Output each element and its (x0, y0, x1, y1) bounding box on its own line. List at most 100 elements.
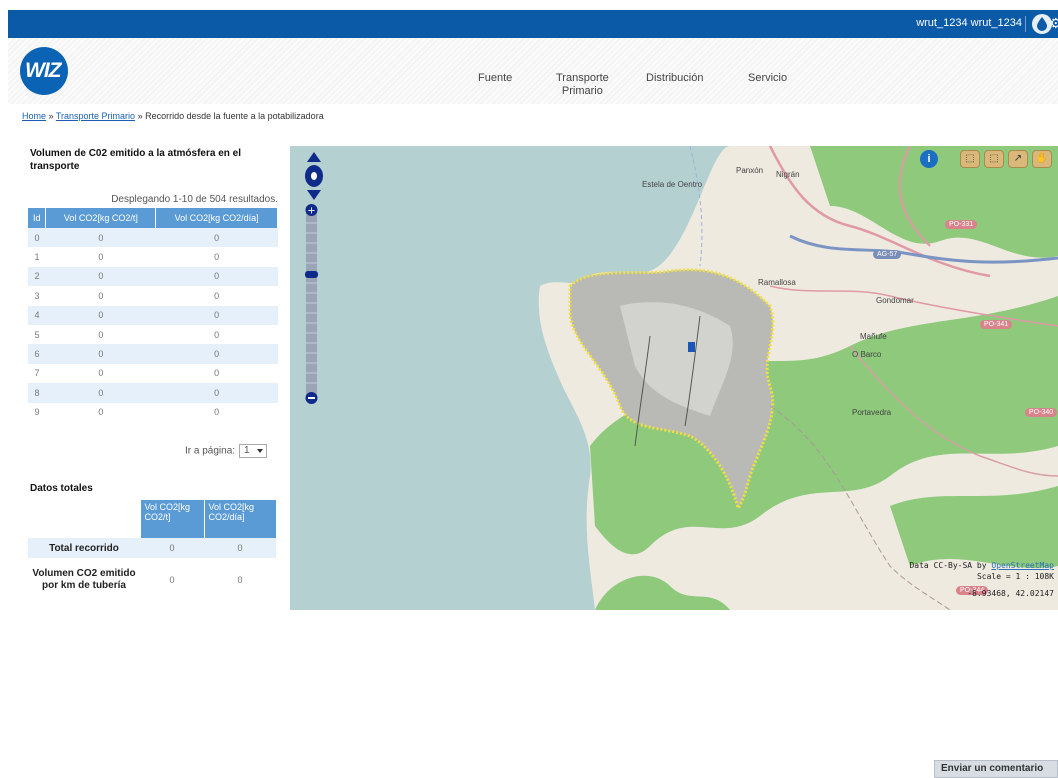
map-base-layer (538, 146, 1058, 610)
table-cell: 0 (98, 252, 104, 263)
row-id: 8 (28, 383, 46, 403)
table-row: 400 (28, 305, 278, 325)
osm-link[interactable]: OpenStreetMap (991, 561, 1054, 570)
feedback-button[interactable]: Enviar un comentario (934, 760, 1058, 778)
map-attribution: Data CC-By-SA by OpenStreetMap Scale = 1… (909, 560, 1054, 599)
table-row: 7 0 0 (28, 364, 278, 383)
map-scale: Scale = 1 : 108K (976, 572, 1054, 581)
road-shield: PO-341 (980, 320, 1013, 329)
table-row: 800 (28, 383, 278, 403)
breadcrumb-current: Recorrido desde la fuente a la potabiliz… (145, 111, 324, 121)
pagination: Ir a página: 1 (185, 444, 268, 458)
col-header-vol-dia[interactable]: Vol CO2[kg CO2/día] (155, 208, 278, 228)
site-header: WIZ Fuente Transporte Primario Distribuc… (8, 38, 1058, 104)
table-cell: 0 (45, 344, 156, 364)
map-coordinates: -8.93468, 42.02147 (967, 589, 1054, 598)
table-row: Total recorrido 0 0 (28, 538, 276, 558)
table-cell: 0 (214, 290, 220, 301)
table-row: 5 0 0 (28, 325, 278, 344)
logo-text: WIZ (25, 59, 61, 82)
top-bar: wrut_1234 wrut_1234 ⚙ (8, 10, 1058, 38)
table-cell: 0 (214, 329, 220, 340)
results-summary: Desplegando 1-10 de 504 resultados. (111, 194, 278, 205)
table-row: 1 0 0 (28, 247, 278, 266)
wiz-logo[interactable]: WIZ (20, 47, 68, 95)
table-cell: 0 (204, 538, 276, 558)
col-header-vol-t[interactable]: Vol CO2[kg CO2/t] (45, 208, 157, 228)
breadcrumb-home-link[interactable]: Home (22, 111, 46, 121)
select-box-icon[interactable]: ⬚ (960, 150, 980, 168)
totals-col-vol-dia: Vol CO2[kg CO2/día] (204, 500, 277, 538)
col-header-id[interactable]: Id (28, 208, 47, 228)
map-toolbar: ⬚ ⬚ ↗ ✋ (960, 150, 1052, 168)
totals-table: Vol CO2[kg CO2/t] Vol CO2[kg CO2/día] To… (28, 500, 277, 602)
table-cell: 0 (45, 305, 156, 325)
map-label: Estela de Oentro (642, 180, 703, 189)
nav-distribucion[interactable]: Distribución (646, 72, 703, 85)
totals-col-vol-t: Vol CO2[kg CO2/t] (140, 500, 205, 538)
table-cell: 0 (155, 266, 278, 287)
zoom-slider[interactable]: + (305, 203, 318, 405)
road-shield: PO-331 (945, 220, 978, 229)
table-cell: 0 (169, 575, 175, 585)
row-id: 5 (34, 329, 40, 340)
table-row: Volumen CO2 emitido por km de tubería 0 … (28, 558, 276, 602)
row-id: 3 (34, 290, 40, 301)
table-cell: 0 (214, 368, 220, 379)
map-label: Ramallosa (758, 278, 796, 287)
table-row: 9 0 0 (28, 403, 278, 422)
totals-row-label: Volumen CO2 emitido por km de tubería (32, 568, 136, 591)
map-label: Mañufe (860, 332, 887, 341)
page-select[interactable]: 1 (239, 444, 268, 458)
pager-label: Ir a página: (185, 445, 236, 457)
breadcrumb-transporte-link[interactable]: Transporte Primario (56, 111, 135, 121)
row-id: 2 (28, 266, 46, 287)
table-cell: 0 (98, 407, 104, 418)
pan-control[interactable] (304, 152, 324, 205)
row-id: 1 (34, 252, 40, 263)
road-shield: PO-340 (1025, 408, 1058, 417)
table-row: 200 (28, 266, 278, 287)
attribution-prefix: Data CC-By-SA by (909, 561, 992, 570)
breadcrumb-separator: » (135, 111, 146, 121)
road-shield: AG-57 (873, 250, 902, 259)
map-label: Gondomar (876, 296, 914, 305)
row-id: 4 (28, 305, 46, 325)
table-row: 000 (28, 228, 278, 248)
select-area-icon[interactable]: ⬚ (984, 150, 1004, 168)
map-label: Portavedra (852, 408, 892, 417)
table-cell: 0 (155, 344, 278, 364)
measure-icon[interactable]: ↗ (1008, 150, 1028, 168)
totals-empty-header (28, 500, 141, 538)
settings-icon[interactable]: ⚙ (1049, 15, 1058, 32)
info-icon[interactable]: i (920, 150, 938, 168)
map-label: O Barco (852, 350, 882, 359)
emissions-title: Volumen de C02 emitido a la atmósfera en… (30, 148, 241, 172)
table-cell: 0 (45, 383, 156, 403)
nav-transporte-primario[interactable]: Transporte Primario (556, 72, 609, 98)
map-label: Panxón (736, 166, 764, 175)
table-cell: 0 (155, 305, 278, 325)
table-cell: 0 (98, 290, 104, 301)
totals-row-label: Total recorrido (28, 538, 140, 558)
map-label: Nigrán (776, 170, 800, 179)
emissions-table: Id Vol CO2[kg CO2/t] Vol CO2[kg CO2/día]… (28, 208, 278, 422)
row-id: 9 (34, 407, 40, 418)
table-cell: 0 (214, 407, 220, 418)
table-row: 3 0 0 (28, 286, 278, 305)
table-row: 600 (28, 344, 278, 364)
row-id: 7 (34, 368, 40, 379)
totals-title: Datos totales (30, 483, 93, 494)
row-id: 6 (28, 344, 46, 364)
pan-hand-icon[interactable]: ✋ (1032, 150, 1052, 168)
table-cell: 0 (98, 368, 104, 379)
username-label[interactable]: wrut_1234 wrut_1234 (916, 17, 1022, 29)
table-cell: 0 (214, 252, 220, 263)
table-cell: 0 (155, 383, 278, 403)
nav-servicio[interactable]: Servicio (748, 72, 787, 85)
nav-fuente[interactable]: Fuente (478, 72, 512, 85)
table-cell: 0 (45, 228, 156, 248)
table-cell: 0 (140, 538, 204, 558)
table-cell: 0 (237, 575, 243, 585)
map-viewport[interactable]: + i ⬚ ⬚ ↗ ✋ Estela de Oentro Panxón Nigr… (290, 146, 1058, 610)
